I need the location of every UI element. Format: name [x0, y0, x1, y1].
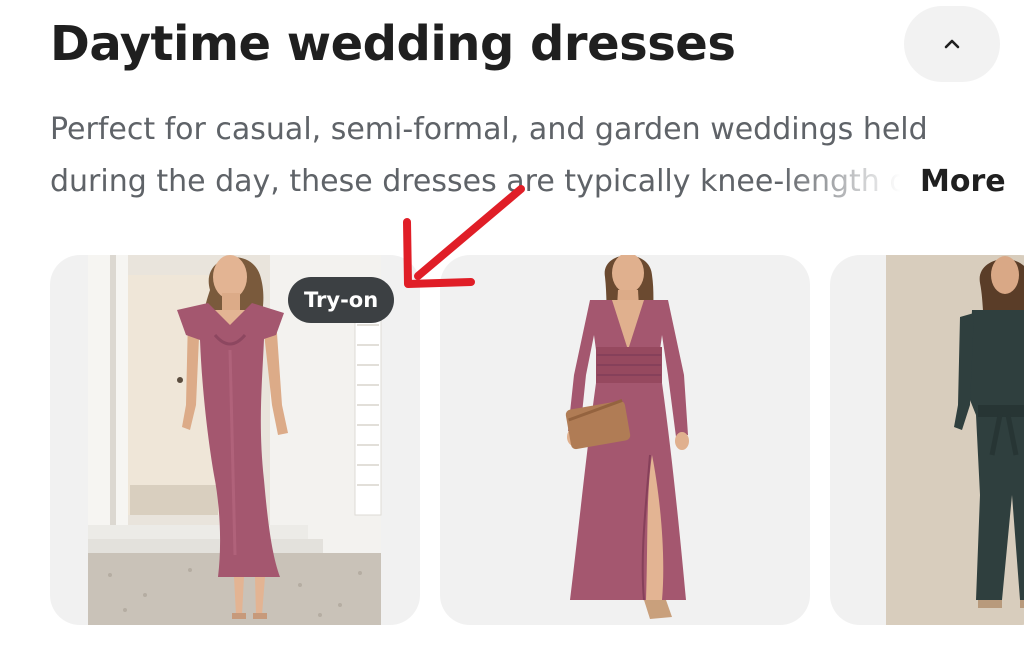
product-card[interactable]: [440, 255, 810, 625]
collapse-button[interactable]: [904, 6, 1000, 82]
description-line-1: Perfect for casual, semi-formal, and gar…: [50, 112, 928, 147]
try-on-badge[interactable]: Try-on: [288, 277, 395, 323]
search-results-section: Daytime wedding dresses Perfect for casu…: [0, 0, 1024, 645]
description-line-2: during the day, these dresses are typica…: [50, 164, 900, 199]
product-image: [886, 255, 1024, 625]
product-image: [565, 255, 689, 619]
section-title: Daytime wedding dresses: [50, 16, 736, 72]
chevron-up-icon: [944, 39, 960, 49]
section-description: Perfect for casual, semi-formal, and gar…: [50, 104, 960, 208]
product-card[interactable]: [830, 255, 1024, 625]
more-button[interactable]: More: [920, 156, 1006, 208]
